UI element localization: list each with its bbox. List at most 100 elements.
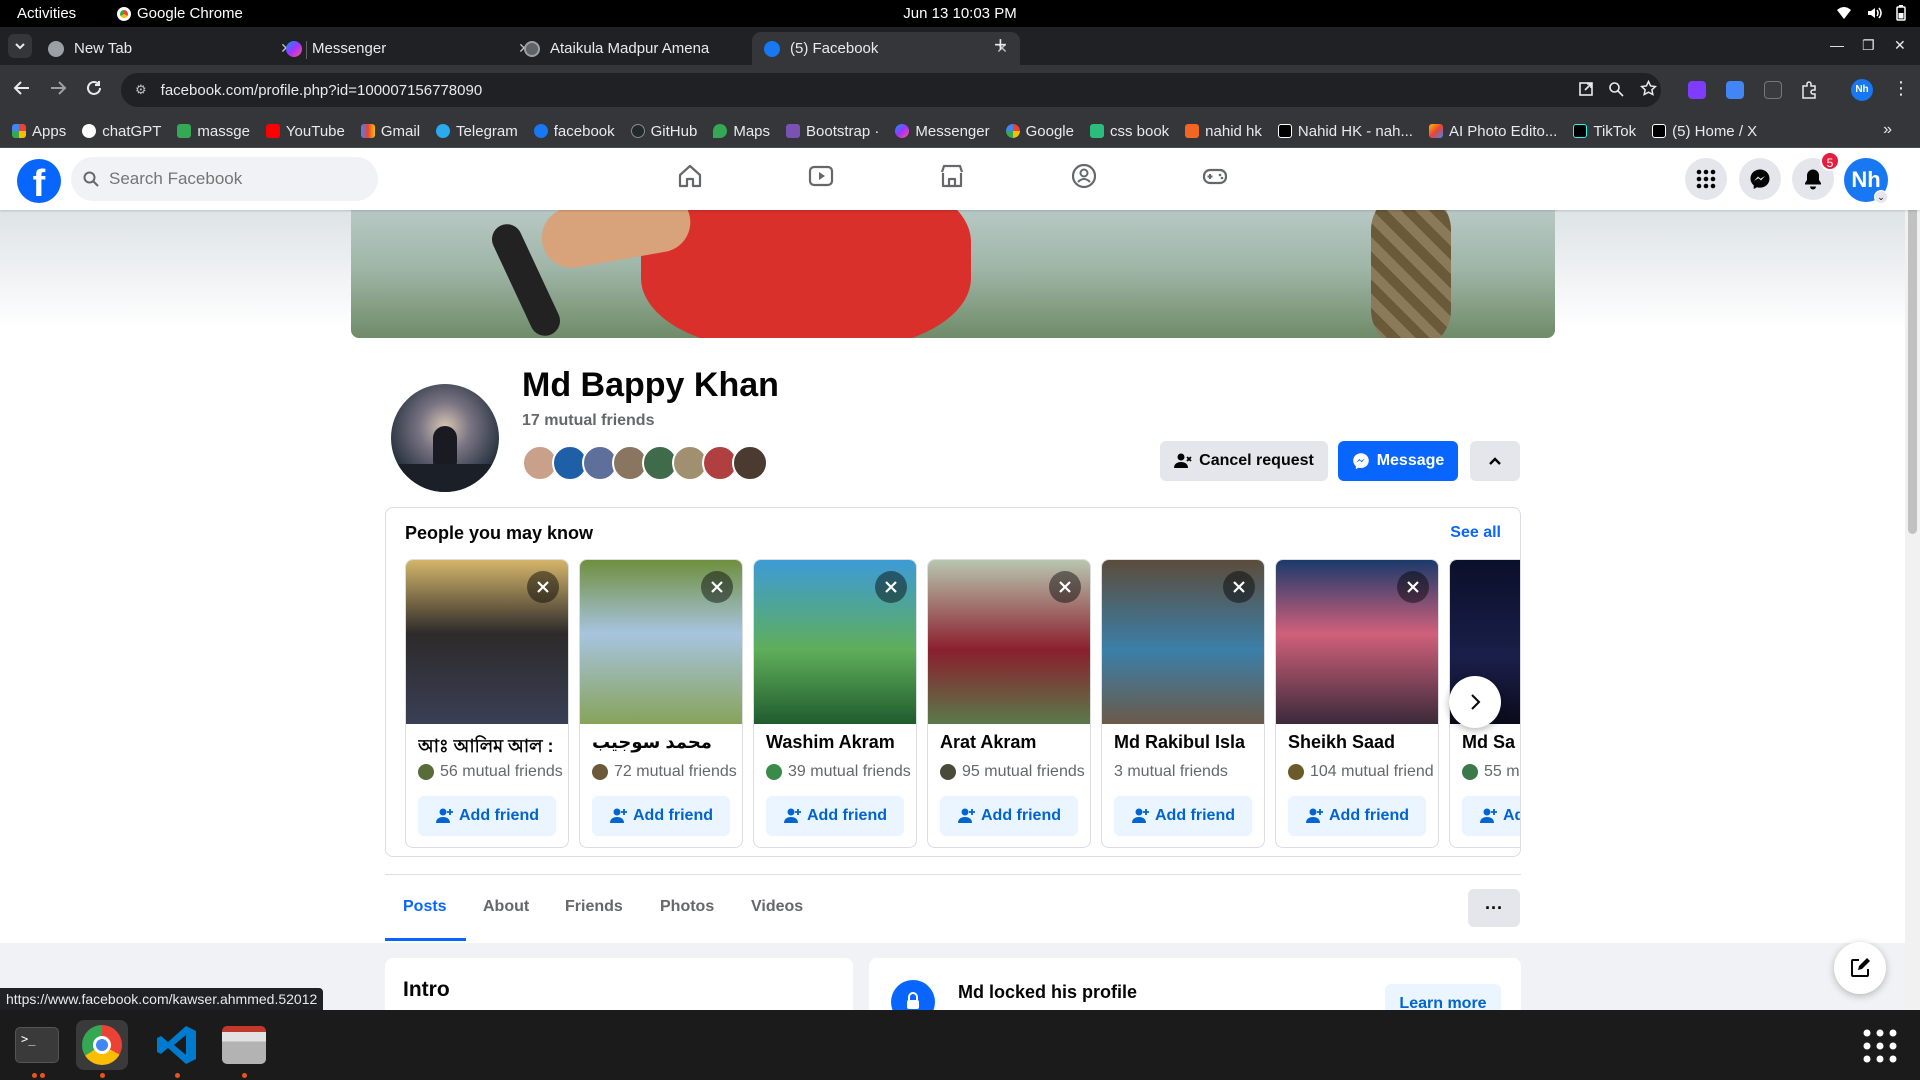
add-friend-button[interactable]: Add friend	[592, 796, 730, 836]
site-info-icon[interactable]: ⚙	[135, 82, 147, 98]
bookmark-youtube[interactable]: YouTube	[265, 123, 345, 140]
bookmark-gmail[interactable]: Gmail	[360, 123, 420, 140]
extension-icon[interactable]	[1764, 81, 1782, 99]
suggestion-photo[interactable]	[754, 560, 916, 724]
suggestion-card[interactable]: Sheikh Saad 104 mutual friend Add friend	[1275, 559, 1439, 848]
suggestion-card[interactable]: Md Rakibul Isla 3 mutual friends Add frien…	[1101, 559, 1265, 848]
bookmark-bootstrap[interactable]: Bootstrap ·	[786, 123, 879, 140]
bookmark-facebook[interactable]: facebook	[533, 123, 615, 140]
add-friend-button[interactable]: Add friend	[1288, 796, 1426, 836]
suggestion-card[interactable]: Arat Akram 95 mutual friends Add friend	[927, 559, 1091, 848]
learn-more-button[interactable]: Learn more	[1385, 984, 1501, 1010]
more-bookmarks-icon[interactable]: »	[1883, 121, 1892, 139]
next-suggestions-button[interactable]	[1449, 676, 1501, 728]
groups-icon[interactable]	[1070, 162, 1098, 190]
dismiss-suggestion-button[interactable]	[701, 571, 733, 603]
dismiss-suggestion-button[interactable]	[1223, 571, 1255, 603]
active-app-menu[interactable]: Google Chrome	[117, 5, 243, 22]
bookmark-nahid-hk-site[interactable]: Nahid HK - nah...	[1277, 123, 1413, 140]
extensions-puzzle-icon[interactable]	[1800, 81, 1818, 99]
open-in-app-icon[interactable]	[1578, 81, 1594, 97]
search-input[interactable]	[109, 169, 359, 189]
bookmark-css-book[interactable]: css book	[1089, 123, 1169, 140]
bookmark-messenger[interactable]: Messenger	[895, 123, 990, 140]
bookmark-ai-photo-editor[interactable]: AI Photo Edito...	[1428, 123, 1557, 140]
bookmark-google[interactable]: Google	[1005, 123, 1074, 140]
dismiss-suggestion-button[interactable]	[527, 571, 559, 603]
forward-arrow-icon[interactable]	[49, 79, 67, 97]
collapse-suggestions-button[interactable]	[1470, 441, 1520, 481]
dismiss-suggestion-button[interactable]	[875, 571, 907, 603]
suggestion-name[interactable]: আঃ আলিম আল :	[418, 732, 568, 763]
suggestion-name[interactable]: Arat Akram	[940, 732, 1090, 753]
suggestion-photo[interactable]	[1276, 560, 1438, 724]
suggestion-card[interactable]: আঃ আলিম আল :56 mutual friends Add friend	[405, 559, 569, 848]
add-friend-button[interactable]: Add friend	[940, 796, 1078, 836]
clock[interactable]: Jun 13 10:03 PM	[0, 5, 1920, 22]
chevron-down-icon[interactable]: ⌄	[1874, 190, 1888, 204]
gaming-icon[interactable]	[1201, 162, 1229, 190]
home-icon[interactable]	[676, 162, 704, 190]
add-friend-button[interactable]: Add friend	[1462, 796, 1520, 836]
browser-menu-kebab-icon[interactable]: ⋮	[1892, 78, 1910, 99]
suggestion-photo[interactable]	[928, 560, 1090, 724]
suggestion-photo[interactable]	[580, 560, 742, 724]
cancel-request-button[interactable]: Cancel request	[1160, 441, 1328, 481]
bookmark-nahid-hk[interactable]: nahid hk	[1185, 123, 1262, 140]
video-icon[interactable]	[807, 162, 835, 190]
system-tray[interactable]	[1836, 5, 1906, 21]
marketplace-icon[interactable]	[938, 162, 966, 190]
browser-tab-messenger[interactable]: Messenger ✕	[274, 32, 542, 65]
cover-photo[interactable]	[351, 210, 1555, 338]
suggestion-card[interactable]: Washim Akram 39 mutual friends Add friend	[753, 559, 917, 848]
bookmark-maps[interactable]: Maps	[713, 123, 770, 140]
profile-picture[interactable]	[387, 380, 503, 496]
mutual-friends-avatars[interactable]	[522, 445, 768, 481]
bookmark-telegram[interactable]: Telegram	[436, 123, 518, 140]
suggestion-name[interactable]: Washim Akram	[766, 732, 916, 753]
message-button[interactable]: Message	[1338, 441, 1458, 481]
messenger-button[interactable]	[1739, 158, 1781, 200]
see-all-link[interactable]: See all	[1450, 524, 1501, 542]
bookmark-apps[interactable]: Apps	[12, 123, 66, 140]
dismiss-suggestion-button[interactable]	[1049, 571, 1081, 603]
suggestion-card[interactable]: محمد سوجيب 72 mutual friends Add friend	[579, 559, 743, 848]
tab-photos[interactable]: Photos	[660, 898, 714, 916]
bookmark-star-icon[interactable]	[1640, 80, 1657, 97]
browser-tab-ataikula[interactable]: Ataikula Madpur Amena ✕	[512, 32, 780, 65]
browser-profile-avatar[interactable]: Nh	[1851, 79, 1873, 101]
back-arrow-icon[interactable]	[13, 79, 31, 97]
suggestion-name[interactable]: Md Sa	[1462, 732, 1520, 753]
add-friend-button[interactable]: Add friend	[766, 796, 904, 836]
tab-search-button[interactable]	[8, 34, 32, 58]
bookmark-x-home[interactable]: (5) Home / X	[1652, 123, 1757, 140]
tab-friends[interactable]: Friends	[565, 898, 623, 916]
mutual-friend-avatar[interactable]	[732, 445, 768, 481]
suggestion-name[interactable]: Sheikh Saad	[1288, 732, 1438, 753]
dismiss-suggestion-button[interactable]	[1397, 571, 1429, 603]
suggestion-name[interactable]: محمد سوجيب	[592, 732, 742, 753]
page-scrollbar[interactable]	[1905, 148, 1920, 1010]
vscode-dock-app[interactable]	[151, 1020, 203, 1070]
mutual-friends-count[interactable]: 17 mutual friends	[522, 412, 654, 430]
new-tab-button[interactable]: +	[994, 34, 1007, 56]
bookmark-tiktok[interactable]: TikTok	[1573, 123, 1636, 140]
files-dock-app[interactable]	[218, 1020, 270, 1070]
facebook-logo-icon[interactable]: f	[17, 159, 61, 203]
facebook-search[interactable]	[71, 157, 378, 201]
chrome-dock-app[interactable]	[76, 1020, 128, 1070]
activities-button[interactable]: Activities	[17, 5, 76, 22]
profile-more-options-button[interactable]: ···	[1468, 889, 1520, 927]
minimize-window-button[interactable]: —	[1830, 37, 1844, 53]
close-window-button[interactable]: ✕	[1894, 37, 1906, 54]
menu-grid-button[interactable]	[1685, 158, 1727, 200]
bookmark-massge[interactable]: massge	[177, 123, 250, 140]
suggestion-photo[interactable]	[1102, 560, 1264, 724]
add-friend-button[interactable]: Add friend	[418, 796, 556, 836]
maximize-window-button[interactable]: ❐	[1862, 37, 1875, 54]
tab-videos[interactable]: Videos	[751, 898, 803, 916]
reload-icon[interactable]	[85, 79, 103, 97]
tab-about[interactable]: About	[483, 898, 529, 916]
bookmark-chatgpt[interactable]: chatGPT	[82, 123, 161, 140]
bookmark-github[interactable]: GitHub	[630, 123, 697, 140]
